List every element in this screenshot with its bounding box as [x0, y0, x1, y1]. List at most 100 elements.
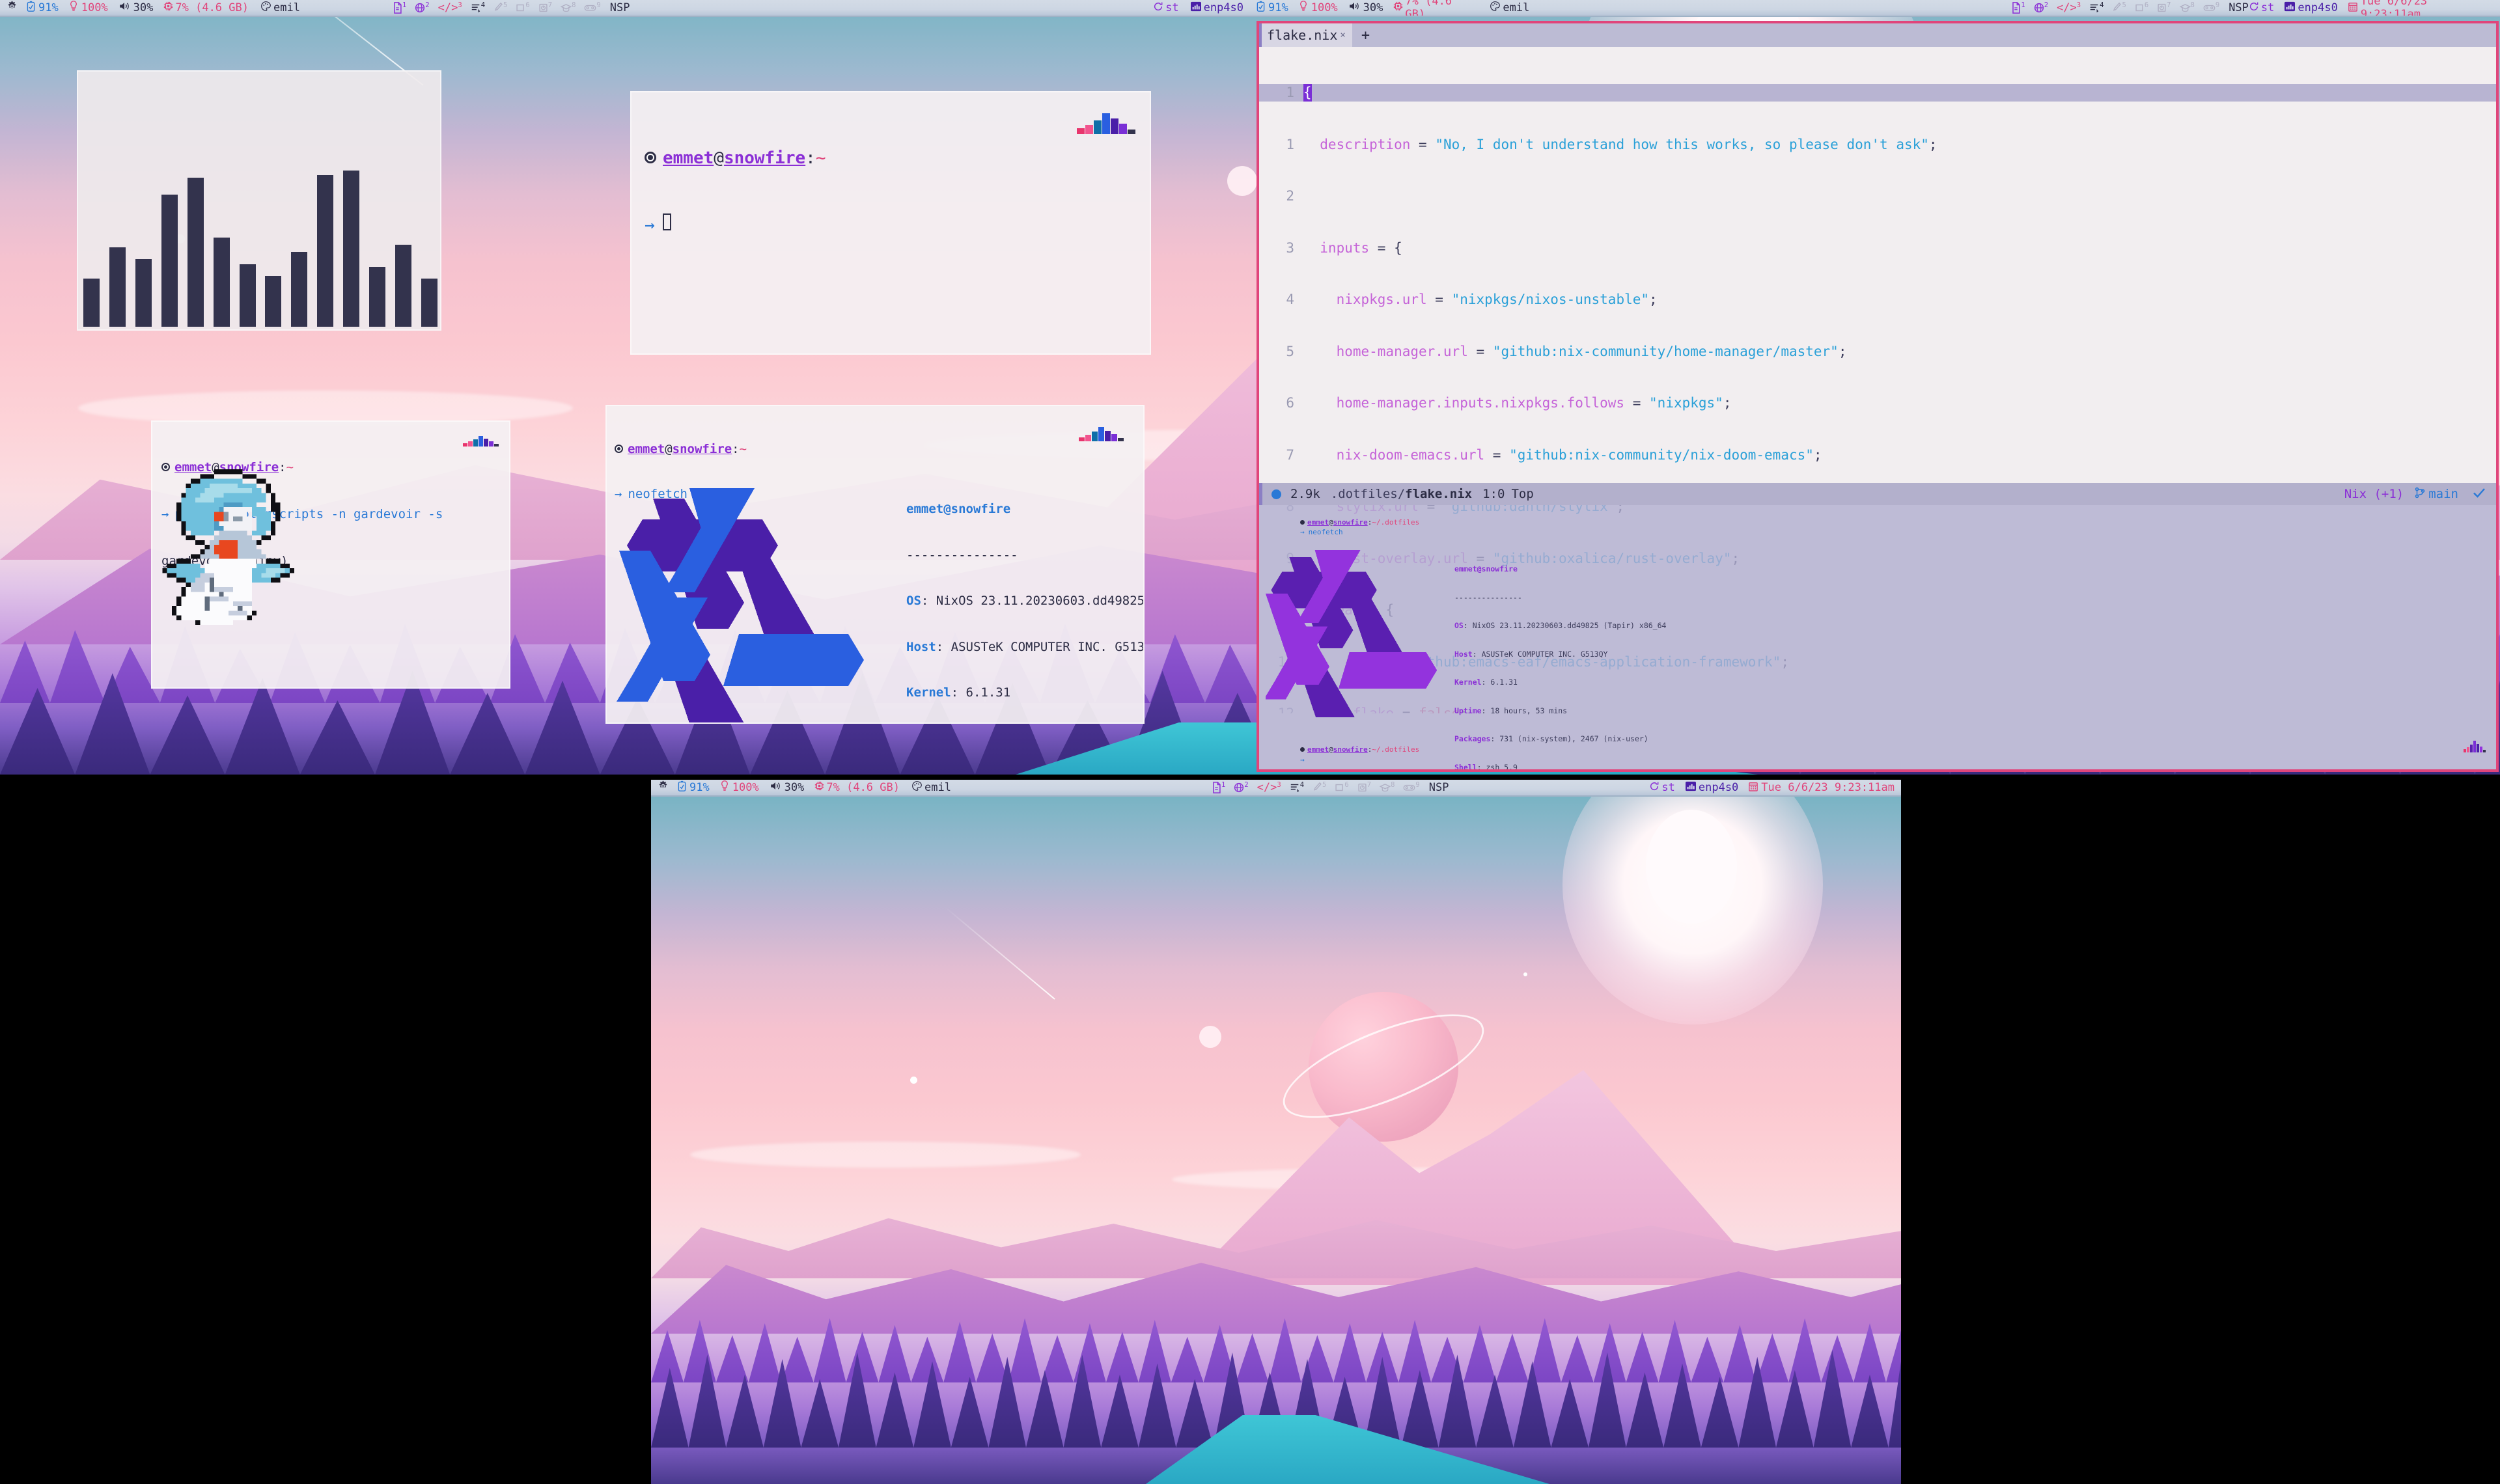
git-branch-icon[interactable] [2414, 487, 2426, 502]
palette-icon[interactable] [1490, 1, 1501, 15]
scratchpad-label[interactable]: NSP [610, 1, 630, 14]
workspace-1[interactable]: 1 [1212, 782, 1225, 793]
battery-icon[interactable] [27, 1, 35, 15]
xmobar-monitor-2-top[interactable]: 91% 100% 30% 7% (4.6 GB) emil 1 2 </> 3 … [1250, 0, 2500, 17]
workspace-8[interactable]: 8 [2179, 2, 2195, 14]
xmobar-monitor-2[interactable]: 91% 100% 30% 7% (4.6 GB) emil 1 2 </> 3 … [651, 780, 1901, 797]
workspace-8-num: 8 [1391, 781, 1395, 789]
vterm-field: Uptime: 18 hours, 53 mins [1454, 706, 1568, 715]
prompt-user: emmet [628, 442, 665, 456]
emacs-vterm-pane[interactable]: emmet@snowfire:~/.dotfiles → neofetch em… [1259, 505, 2496, 769]
terminal-blank-window[interactable]: emmet @ snowfire: ~ → [630, 91, 1151, 355]
input-line[interactable]: → [645, 213, 1137, 236]
workspace-1[interactable]: 1 [393, 2, 406, 14]
volume-icon[interactable] [118, 1, 130, 15]
workspace-2-num: 2 [2044, 1, 2049, 9]
workspace-7[interactable]: 7 [2157, 2, 2171, 14]
workspace-3[interactable]: </> 3 [1257, 782, 1281, 793]
workspace-6-num: 6 [2144, 1, 2149, 9]
field-value: zsh 5.9 [1486, 762, 1518, 770]
palette-icon[interactable] [260, 1, 271, 15]
emacs-tab-bar[interactable]: flake.nix × + [1259, 23, 2496, 47]
terminal-blank-content[interactable]: emmet @ snowfire: ~ → [632, 92, 1150, 291]
workspace-3[interactable]: </> 3 [438, 2, 462, 14]
xmobar-monitor-1[interactable]: 91% 100% 30% 7% (4.6 GB) emil 1 2 </> 3 … [0, 0, 1250, 17]
workspace-3[interactable]: </> 3 [2057, 2, 2081, 14]
network-icon[interactable] [1190, 1, 1201, 15]
workspace-6[interactable]: 6 [2135, 2, 2148, 14]
memory-icon[interactable] [814, 780, 824, 795]
new-tab-button[interactable]: + [1361, 27, 1370, 44]
memory-icon[interactable] [163, 1, 173, 15]
terminal-pokemon-window[interactable]: emmet @ snowfire: ~ → pokemon-colorscripts … [151, 420, 510, 689]
layout-label[interactable]: st [2261, 1, 2274, 14]
workspace-9[interactable]: 9 [1403, 782, 1420, 793]
brightness-icon[interactable] [69, 1, 78, 15]
calendar-icon[interactable] [2348, 1, 2357, 15]
cava-window[interactable] [77, 70, 441, 331]
battery-value: 91% [1268, 1, 1288, 14]
workspace-6[interactable]: 6 [516, 1, 530, 14]
brightness-icon[interactable] [720, 780, 729, 795]
brightness-value: 100% [732, 781, 759, 794]
network-icon[interactable] [2285, 1, 2296, 15]
workspace-2-num: 2 [425, 1, 430, 9]
battery-icon[interactable] [678, 780, 686, 795]
volume-icon[interactable] [1348, 1, 1360, 15]
workspace-6-num: 6 [525, 1, 530, 9]
prompt-colon: : [805, 148, 816, 168]
git-branch-name[interactable]: main [2428, 487, 2458, 501]
layout-label[interactable]: st [1165, 1, 1178, 14]
vterm-at-2: @ [1329, 745, 1333, 754]
workspace-5[interactable]: 5 [2112, 2, 2126, 14]
terminal-neofetch-window[interactable]: emmet @ snowfire: ~ → neofetch emmet@sno… [605, 405, 1145, 724]
workspace-6[interactable]: 6 [1335, 782, 1349, 793]
vterm-input-line[interactable]: → [1266, 747, 1305, 769]
palette-icon[interactable] [911, 780, 923, 795]
workspace-8[interactable]: 8 [1380, 782, 1395, 793]
calendar-icon[interactable] [1749, 781, 1758, 795]
cava-bar [239, 264, 256, 327]
vterm-neofetch-info: emmet@snowfire --------------- OS: NixOS… [1454, 545, 1684, 769]
refresh-icon[interactable] [1153, 1, 1163, 15]
cava-bar [135, 259, 152, 327]
workspace-9[interactable]: 9 [2203, 2, 2219, 14]
layout-label[interactable]: st [1661, 781, 1674, 794]
field-key: Uptime [1454, 706, 1482, 715]
battery-icon[interactable] [1257, 1, 1265, 15]
workspace-list-1: 1 2 </> 3 4 5 6 7 8 9 NSP [393, 1, 630, 14]
gear-icon[interactable] [7, 1, 18, 15]
refresh-icon[interactable] [2249, 1, 2259, 15]
workspace-2[interactable]: 2 [2034, 2, 2048, 14]
volume-icon[interactable] [770, 780, 781, 795]
workspace-4[interactable]: 4 [471, 2, 485, 14]
workspace-2[interactable]: 2 [415, 1, 430, 14]
workspace-5-num: 5 [1322, 781, 1327, 789]
workspace-4[interactable]: 4 [1290, 782, 1304, 793]
close-icon[interactable]: × [1340, 30, 1345, 40]
bar-left-group-1: 91% 100% 30% 7% (4.6 GB) emil [7, 1, 300, 15]
workspace-5[interactable]: 5 [493, 2, 507, 14]
workspace-9[interactable]: 9 [584, 2, 601, 14]
workspace-5[interactable]: 5 [1312, 782, 1326, 793]
emacs-window[interactable]: flake.nix × + 1{ 1 description = "No, I … [1257, 21, 2499, 772]
brightness-icon[interactable] [1299, 1, 1308, 15]
scratchpad-label[interactable]: NSP [1429, 781, 1449, 794]
prompt-host: snowfire [723, 148, 806, 168]
workspace-7[interactable]: 7 [538, 2, 552, 14]
memory-icon[interactable] [1393, 1, 1403, 15]
gear-icon[interactable] [658, 780, 669, 795]
workspace-8[interactable]: 8 [561, 2, 576, 14]
workspace-4[interactable]: 4 [2089, 2, 2104, 14]
network-icon[interactable] [1685, 781, 1696, 795]
moon [1227, 166, 1257, 196]
scratchpad-label[interactable]: NSP [2229, 1, 2249, 14]
tab-flake-nix[interactable]: flake.nix × [1259, 23, 1352, 47]
workspace-7[interactable]: 7 [1357, 782, 1371, 793]
workspace-2[interactable]: 2 [1234, 782, 1249, 793]
workspace-1[interactable]: 1 [2011, 2, 2025, 14]
emacs-modeline[interactable]: 2.9k .dotfiles/flake.nix 1:0 Top Nix (+1… [1259, 483, 2496, 505]
buffer-dir: .dotfiles/ [1330, 487, 1406, 501]
major-mode[interactable]: Nix (+1) [2344, 487, 2404, 501]
refresh-icon[interactable] [1649, 781, 1660, 795]
